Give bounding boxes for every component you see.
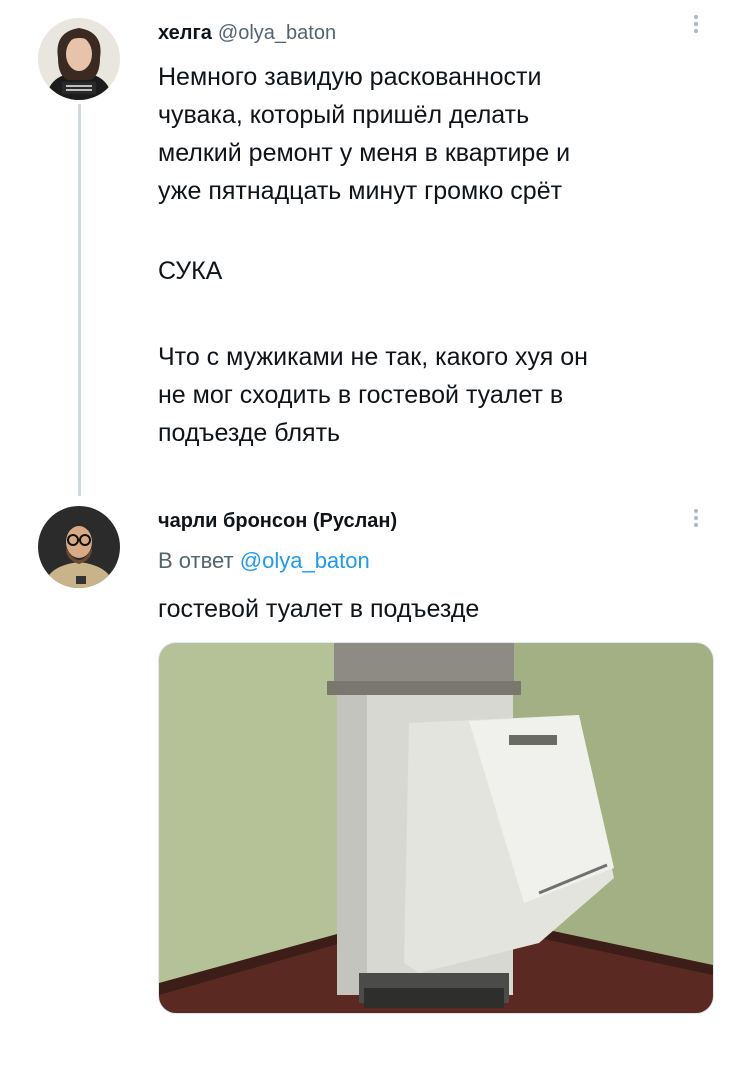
tweet-line: Немного завидую раскованности: [158, 63, 542, 91]
author-name[interactable]: хелга: [158, 22, 212, 44]
tweet-text: СУКА: [158, 252, 222, 290]
tweet-line: уже пятнадцать минут громко срёт: [158, 177, 563, 205]
thread-connector-line: [78, 104, 81, 496]
tweet-line: не мог сходить в гостевой туалет в: [158, 381, 564, 409]
tweet-line: СУКА: [158, 257, 223, 285]
tweet-text: Что с мужиками не так, какого хуя он не …: [158, 338, 588, 452]
tweet-original[interactable]: хелга @olya_baton Немного завидую раскова…: [0, 0, 738, 496]
avatar-charlie[interactable]: [38, 506, 120, 588]
tweet-media-photo[interactable]: [158, 642, 714, 1014]
tweet-header: хелга @olya_baton: [158, 22, 336, 45]
reply-prefix: В ответ: [158, 548, 234, 573]
tweet-line: подъезде блять: [158, 419, 341, 447]
tweet-header: чарли бронсон (Руслан): [158, 510, 397, 533]
author-handle[interactable]: @olya_baton: [218, 22, 336, 44]
more-vertical-icon[interactable]: [690, 506, 702, 534]
tweet-line: чувака, который пришёл делать: [158, 101, 530, 129]
tweet-line: гостевой туалет в подъезде: [158, 595, 480, 623]
tweet-text: Немного завидую раскованности чувака, ко…: [158, 58, 570, 210]
author-name[interactable]: чарли бронсон (Руслан): [158, 510, 397, 532]
tweet-line: мелкий ремонт у меня в квартире и: [158, 139, 571, 167]
avatar-helga[interactable]: [38, 18, 120, 100]
tweet-line: Что с мужиками не так, какого хуя он: [158, 343, 588, 371]
reply-context: В ответ @olya_baton: [158, 548, 370, 574]
tweet-text: гостевой туалет в подъезде: [158, 590, 479, 628]
more-vertical-icon[interactable]: [690, 12, 702, 40]
reply-mention-link[interactable]: @olya_baton: [240, 548, 370, 573]
